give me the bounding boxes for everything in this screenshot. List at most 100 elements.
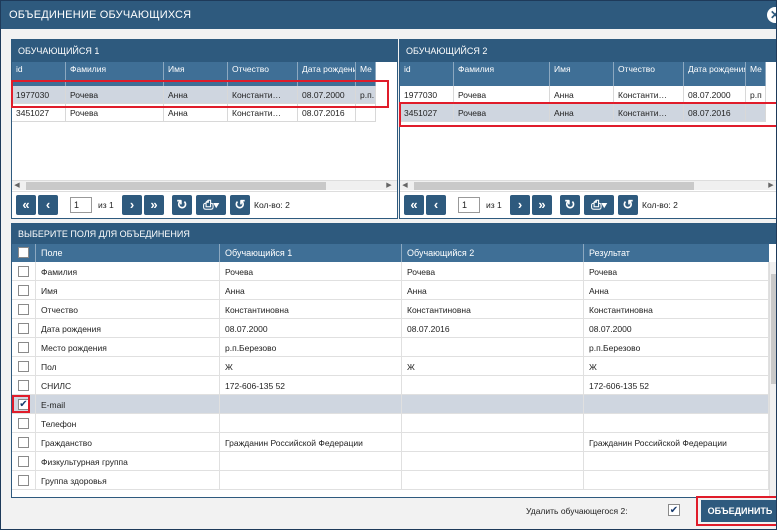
field-checkbox[interactable] [18,266,29,277]
print-icon[interactable]: ⎙▾ [196,195,226,215]
reset-icon[interactable]: ↺ [618,195,638,215]
column-header[interactable]: Ме [356,62,376,86]
field-row[interactable]: Имя Анна Анна Анна [12,281,769,300]
column-header[interactable]: id [400,62,454,86]
table-cell: 08.07.2016 [298,104,356,121]
column-header[interactable]: Дата рождения [684,62,746,86]
field-checkbox-cell [12,262,36,281]
field-row[interactable]: Место рождения р.п.Березово р.п.Березово [12,338,769,357]
page-input[interactable]: 1 [70,197,92,213]
select-all-checkbox[interactable] [18,247,29,258]
field-cell-res: р.п.Березово [584,338,769,357]
field-checkbox[interactable] [18,380,29,391]
page-of-label: из 1 [98,200,114,210]
field-cell-field: Фамилия [36,262,220,281]
refresh-icon[interactable]: ↻ [172,195,192,215]
field-checkbox-cell [12,433,36,452]
merge-fields-vscroll[interactable] [769,262,776,497]
column-header[interactable]: Имя [550,62,614,86]
field-checkbox[interactable] [18,323,29,334]
prev-page-icon[interactable]: ‹ [38,195,58,215]
merge-button[interactable]: ОБЪЕДИНИТЬ [701,500,776,522]
field-cell-field: Группа здоровья [36,471,220,490]
field-row[interactable]: ✔ E-mail [12,395,769,414]
column-header[interactable]: Дата рождения [298,62,356,86]
field-cell-field: Место рождения [36,338,220,357]
field-checkbox[interactable] [18,285,29,296]
field-cell-s2: 08.07.2016 [402,319,584,338]
last-page-icon[interactable]: » [532,195,552,215]
column-header[interactable]: Отчество [228,62,298,86]
prev-page-icon[interactable]: ‹ [426,195,446,215]
column-header[interactable]: Фамилия [454,62,550,86]
field-checkbox[interactable] [18,342,29,353]
first-page-icon[interactable]: « [404,195,424,215]
first-page-icon[interactable]: « [16,195,36,215]
field-checkbox[interactable] [18,361,29,372]
field-row[interactable]: Дата рождения 08.07.2000 08.07.2016 08.07.2… [12,319,769,338]
column-header[interactable]: Имя [164,62,228,86]
delete-student2-checkbox[interactable]: ✔ [668,504,680,516]
field-row[interactable]: Телефон [12,414,769,433]
field-cell-s1: Ж [220,357,402,376]
table-row[interactable]: 1977030 Рочева Анна Константи… 08.07.2000 р.п… [12,86,376,104]
next-page-icon[interactable]: › [122,195,142,215]
field-cell-res: 08.07.2000 [584,319,769,338]
field-checkbox[interactable] [18,475,29,486]
last-page-icon[interactable]: » [144,195,164,215]
field-row[interactable]: Группа здоровья [12,471,769,490]
field-cell-s1 [220,452,402,471]
field-row[interactable]: Пол Ж Ж Ж [12,357,769,376]
field-cell-res [584,452,769,471]
student2-hscroll[interactable]: ◀ ▶ [400,180,776,191]
table-cell: Константи… [228,104,298,121]
field-row[interactable]: Фамилия Рочева Рочева Рочева [12,262,769,281]
field-cell-field: Физкультурная группа [36,452,220,471]
field-checkbox-cell [12,452,36,471]
column-header[interactable]: Фамилия [66,62,164,86]
field-cell-s2: Анна [402,281,584,300]
page-input[interactable]: 1 [458,197,480,213]
field-cell-field: Пол [36,357,220,376]
field-checkbox[interactable]: ✔ [18,399,29,410]
field-checkbox[interactable] [18,418,29,429]
field-cell-s2: Ж [402,357,584,376]
scroll-left-icon[interactable]: ◀ [400,181,410,191]
field-cell-res [584,414,769,433]
table-row[interactable]: 3451027 Рочева Анна Константи… 08.07.2016 [400,104,766,122]
table-row[interactable]: 1977030 Рочева Анна Константи… 08.07.2000 р.п [400,86,766,104]
field-row[interactable]: Гражданство Гражданин Российской Федераци… [12,433,769,452]
scroll-right-icon[interactable]: ▶ [766,181,776,191]
field-cell-s1: 08.07.2000 [220,319,402,338]
refresh-icon[interactable]: ↻ [560,195,580,215]
select-all-cell [12,244,36,262]
close-icon[interactable]: ✕ [767,7,776,23]
field-checkbox[interactable] [18,437,29,448]
table-row[interactable]: 3451027 Рочева Анна Константи… 08.07.2016 [12,104,376,122]
scrollbar-thumb[interactable] [414,182,694,190]
scrollbar-thumb[interactable] [26,182,326,190]
field-checkbox-cell [12,376,36,395]
field-cell-res: Рочева [584,262,769,281]
column-header[interactable]: Отчество [614,62,684,86]
reset-icon[interactable]: ↺ [230,195,250,215]
field-checkbox[interactable] [18,304,29,315]
field-row[interactable]: Отчество Константиновна Константиновна Конс… [12,300,769,319]
next-page-icon[interactable]: › [510,195,530,215]
column-header[interactable]: Ме [746,62,766,86]
field-cell-field: Имя [36,281,220,300]
field-cell-res: Ж [584,357,769,376]
print-icon[interactable]: ⎙▾ [584,195,614,215]
dialog-title: ОБЪЕДИНЕНИЕ ОБУЧАЮЩИХСЯ [9,9,192,21]
field-row[interactable]: Физкультурная группа [12,452,769,471]
scroll-left-icon[interactable]: ◀ [12,181,22,191]
student1-hscroll[interactable]: ◀ ▶ [12,180,397,191]
table-cell [356,104,376,121]
field-row[interactable]: СНИЛС 172-606-135 52 172-606-135 52 [12,376,769,395]
scrollbar-thumb[interactable] [771,274,776,384]
scroll-right-icon[interactable]: ▶ [384,181,394,191]
student1-header: ОБУЧАЮЩИЙСЯ 1 [12,40,397,62]
column-header[interactable]: id [12,62,66,86]
field-checkbox[interactable] [18,456,29,467]
field-checkbox-cell [12,300,36,319]
